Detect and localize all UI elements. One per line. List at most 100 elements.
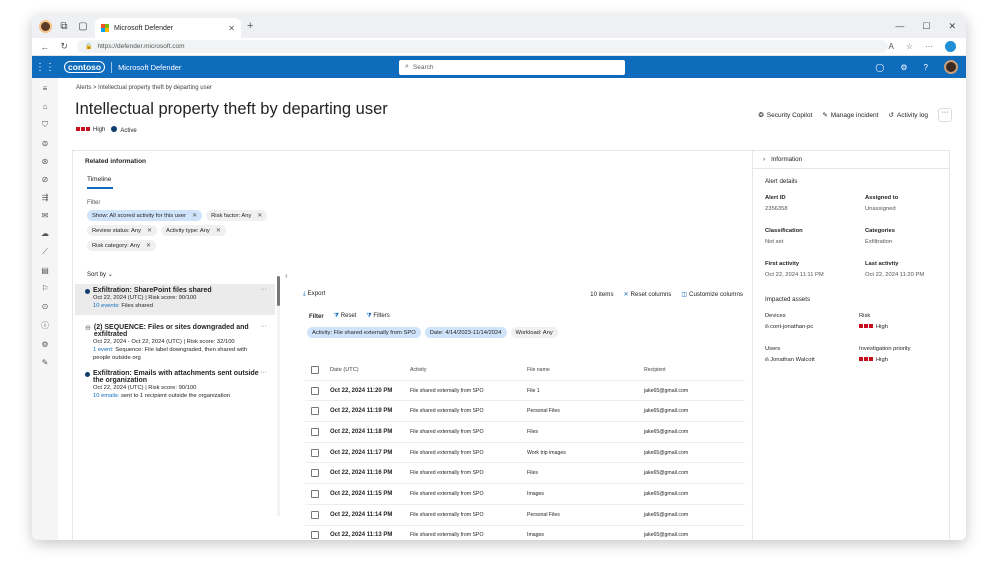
table-row[interactable]: Oct 22, 2024 11:16 PM File shared externa…: [305, 463, 745, 485]
scrollbar[interactable]: [277, 276, 280, 516]
gear-icon[interactable]: ⚙: [41, 340, 48, 349]
column-header-file[interactable]: File name: [527, 367, 644, 373]
tab-actions-icon[interactable]: ▢: [76, 19, 90, 33]
avatar[interactable]: [944, 60, 958, 74]
customize-columns-button[interactable]: ◫ Customize columns: [681, 291, 743, 298]
sort-by-dropdown[interactable]: Sort by ⌄: [87, 271, 113, 278]
shield-icon[interactable]: ⛉: [42, 120, 48, 130]
row-checkbox[interactable]: [311, 407, 319, 416]
remove-icon[interactable]: ✕: [257, 212, 262, 219]
table-row[interactable]: Oct 22, 2024 11:15 PM File shared externa…: [305, 484, 745, 505]
more-icon[interactable]: ···: [260, 369, 267, 376]
export-button[interactable]: ⤓ Export: [303, 290, 325, 298]
browser-tab[interactable]: Microsoft Defender ✕: [95, 18, 241, 38]
copilot-icon[interactable]: [945, 41, 956, 52]
collections-icon[interactable]: ⧉: [57, 19, 71, 33]
remove-icon[interactable]: ✕: [147, 227, 152, 234]
filter-chip[interactable]: Date: 4/14/2023-11/14/2024: [424, 327, 507, 338]
remove-icon[interactable]: ✕: [216, 227, 221, 234]
list-item[interactable]: Exfiltration: SharePoint files shared Oc…: [75, 284, 275, 315]
filter-chip[interactable]: Risk factor: Any ✕: [206, 210, 268, 221]
edit-icon[interactable]: ✎: [42, 358, 49, 367]
row-checkbox[interactable]: [311, 489, 319, 498]
close-tab-icon[interactable]: ✕: [228, 24, 235, 33]
column-header-activity[interactable]: Activity: [410, 367, 527, 373]
search-input[interactable]: ⌕ Search: [399, 59, 625, 75]
row-checkbox[interactable]: [311, 386, 319, 395]
list-item[interactable]: Exfiltration: Emails with attachments se…: [75, 367, 275, 405]
row-checkbox[interactable]: [311, 510, 319, 519]
profile-icon[interactable]: [38, 19, 52, 33]
devices-icon[interactable]: ⇶: [42, 193, 49, 202]
notifications-icon[interactable]: ◯: [875, 63, 884, 72]
events-link[interactable]: 10 events:: [93, 303, 120, 309]
user-link[interactable]: ⍝ Jonathan Walcott: [765, 357, 815, 364]
row-checkbox[interactable]: [311, 427, 319, 436]
more-icon[interactable]: ···: [925, 42, 933, 51]
breadcrumb[interactable]: Alerts > Intellectual property theft by …: [76, 85, 212, 91]
events-link[interactable]: 10 emails:: [93, 393, 119, 399]
collapse-pane-icon[interactable]: ‹: [285, 271, 288, 280]
more-actions-button[interactable]: ···: [938, 108, 952, 122]
more-icon[interactable]: ···: [260, 286, 267, 293]
row-checkbox[interactable]: [311, 531, 319, 540]
maximize-icon[interactable]: ☐: [922, 21, 930, 32]
hunting-icon[interactable]: ⊛: [42, 157, 49, 166]
table-row[interactable]: Oct 22, 2024 11:17 PM File shared externa…: [305, 443, 745, 464]
remove-icon[interactable]: ✕: [146, 242, 151, 249]
close-window-icon[interactable]: ✕: [948, 21, 956, 32]
remove-icon[interactable]: ✕: [192, 212, 197, 219]
column-header-recipient[interactable]: Recipient: [644, 367, 744, 373]
scrollbar-thumb[interactable]: [277, 276, 280, 306]
new-tab-icon[interactable]: +: [247, 20, 253, 32]
list-item[interactable]: ⊖ (2) SEQUENCE: Files or sites downgraded…: [75, 321, 275, 367]
device-link[interactable]: ⍝ cont-jonathan-pc: [765, 324, 813, 331]
filter-chip[interactable]: Show: All scored activity for this user ✕: [87, 210, 203, 221]
filter-chip[interactable]: Risk category: Any ✕: [87, 240, 157, 251]
information-header[interactable]: › Information: [753, 151, 950, 169]
app-launcher-icon[interactable]: ⋮⋮: [32, 62, 58, 73]
read-aloud-icon[interactable]: A: [888, 42, 893, 51]
menu-icon[interactable]: ≡: [43, 84, 48, 93]
trials-icon[interactable]: ⊙: [42, 302, 49, 311]
security-copilot-button[interactable]: ❂ Security Copilot: [758, 111, 812, 120]
incidents-icon[interactable]: ⊜: [42, 139, 49, 148]
graph-icon[interactable]: ⟋: [42, 247, 48, 257]
tab-timeline[interactable]: Timeline: [87, 176, 111, 183]
table-row[interactable]: Oct 22, 2024 11:14 PM File shared externa…: [305, 505, 745, 526]
activity-log-button[interactable]: ↺ Activity log: [888, 111, 928, 120]
cloud-icon[interactable]: ☁: [41, 229, 49, 238]
settings-icon[interactable]: ⚙: [900, 63, 907, 72]
filter-chip[interactable]: Workload: Any: [510, 327, 558, 338]
column-header-date[interactable]: Date (UTC): [330, 367, 410, 373]
table-row[interactable]: Oct 22, 2024 11:19 PM File shared externa…: [305, 401, 745, 423]
info-icon[interactable]: ⓘ: [41, 320, 49, 331]
select-all-checkbox[interactable]: [311, 365, 319, 374]
table-row[interactable]: Oct 22, 2024 11:18 PM File shared externa…: [305, 422, 745, 443]
favorites-icon[interactable]: ☆: [906, 42, 913, 51]
collapse-icon[interactable]: ⊖: [85, 324, 91, 338]
filter-chip[interactable]: Review status: Any ✕: [87, 225, 158, 236]
row-checkbox[interactable]: [311, 448, 319, 457]
table-row[interactable]: Oct 22, 2024 11:13 PM File shared externa…: [305, 526, 745, 541]
filter-chip[interactable]: Activity: File shared externally from SP…: [307, 327, 421, 338]
reset-filter-button[interactable]: ⧩ Reset: [334, 313, 357, 320]
filter-chip[interactable]: Activity type: Any ✕: [161, 225, 226, 236]
back-icon[interactable]: ←: [38, 42, 52, 52]
table-row[interactable]: Oct 22, 2024 11:20 PM File shared externa…: [305, 381, 745, 402]
minimize-icon[interactable]: —: [895, 21, 904, 32]
row-checkbox[interactable]: [311, 469, 319, 478]
filters-button[interactable]: ⧩ Filters: [366, 313, 389, 320]
reports-icon[interactable]: ▤: [41, 266, 49, 275]
product-name[interactable]: Microsoft Defender: [118, 63, 181, 72]
mail-icon[interactable]: ✉: [42, 211, 49, 220]
more-icon[interactable]: ···: [260, 323, 267, 330]
actions-icon[interactable]: ⊘: [42, 175, 49, 184]
home-icon[interactable]: ⌂: [43, 102, 48, 111]
reset-columns-button[interactable]: ✕ Reset columns: [624, 291, 672, 298]
events-link[interactable]: 1 event:: [93, 347, 114, 353]
refresh-icon[interactable]: ↻: [58, 41, 72, 52]
learning-icon[interactable]: ⚐: [41, 284, 48, 293]
manage-incident-button[interactable]: ✎ Manage incident: [822, 111, 878, 120]
help-icon[interactable]: ?: [924, 63, 928, 72]
